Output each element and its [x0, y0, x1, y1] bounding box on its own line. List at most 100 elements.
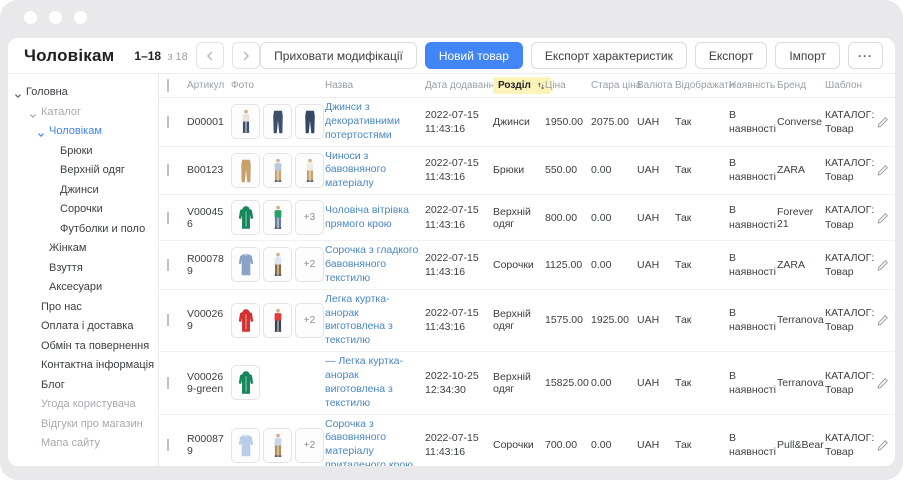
- export-characteristics-button[interactable]: Експорт характеристик: [531, 42, 687, 69]
- sidebar-item-про-нас[interactable]: Про нас: [8, 298, 158, 318]
- pencil-icon[interactable]: [877, 212, 889, 224]
- product-photo-thumbnail[interactable]: [295, 153, 324, 188]
- next-page-button[interactable]: [232, 42, 260, 69]
- date-value: 2022-07-15: [425, 306, 489, 320]
- product-photo-thumbnail[interactable]: [263, 303, 292, 338]
- sidebar-item-чоловікам[interactable]: Чоловікам: [8, 122, 158, 142]
- sidebar-item-каталог[interactable]: Каталог: [8, 103, 158, 123]
- sidebar-item-обмін-та-повернення[interactable]: Обмін та повернення: [8, 337, 158, 357]
- product-photo-thumbnail[interactable]: [263, 200, 292, 235]
- product-brand: Forever 21: [777, 206, 825, 230]
- sidebar-item-брюки[interactable]: Брюки: [8, 142, 158, 162]
- product-photo-thumbnail[interactable]: [263, 247, 292, 282]
- product-name-link[interactable]: Сорочка з бавовняного матеріалу притален…: [325, 418, 413, 466]
- column-header-currency: Валюта: [637, 80, 675, 91]
- sidebar-item-угода-користувача[interactable]: Угода користувача: [8, 395, 158, 415]
- product-price: 1125.00: [545, 259, 591, 271]
- sidebar-item-оплата-і-доставка[interactable]: Оплата і доставка: [8, 317, 158, 337]
- row-checkbox[interactable]: [167, 377, 169, 389]
- product-price: 550.00: [545, 164, 591, 176]
- sidebar-item-головна[interactable]: Головна: [8, 83, 158, 103]
- product-name-link[interactable]: Чиноси з бавовняного матеріалу: [325, 150, 386, 190]
- more-photos-badge[interactable]: +2: [295, 428, 324, 463]
- sidebar-item-label: Джинси: [60, 184, 99, 196]
- product-photo-thumbnail[interactable]: [295, 104, 324, 139]
- product-old-price: 0.00: [591, 439, 637, 451]
- edit-product-button[interactable]: [877, 314, 889, 326]
- product-photo-thumbnail[interactable]: [231, 428, 260, 463]
- column-header-date: Дата додавання: [425, 80, 493, 91]
- sidebar-item-футболки-и-поло[interactable]: Футболки и поло: [8, 220, 158, 240]
- new-product-button[interactable]: Новий товар: [425, 42, 523, 69]
- more-photos-badge[interactable]: +3: [295, 200, 324, 235]
- edit-product-button[interactable]: [877, 116, 889, 128]
- product-photo-thumbnail[interactable]: [231, 104, 260, 139]
- column-header-label: Дата додавання: [425, 80, 500, 91]
- column-header-category[interactable]: Розділ: [493, 77, 545, 94]
- pencil-icon[interactable]: [877, 377, 889, 389]
- row-checkbox-cell: [167, 314, 187, 326]
- row-actions: [877, 164, 895, 177]
- product-name-link[interactable]: Сорочка з гладкого бавовняного текстилю: [325, 244, 418, 284]
- product-photo-thumbnail[interactable]: [231, 303, 260, 338]
- column-header-name: Назва: [325, 80, 425, 91]
- pencil-icon[interactable]: [877, 164, 889, 176]
- sidebar-item-джинси[interactable]: Джинси: [8, 181, 158, 201]
- product-name-link[interactable]: Легка куртка-анорак виготовлена з тексти…: [325, 293, 393, 347]
- sidebar-item-сорочки[interactable]: Сорочки: [8, 200, 158, 220]
- sidebar-item-аксесуари[interactable]: Аксесуари: [8, 278, 158, 298]
- row-checkbox[interactable]: [167, 116, 169, 128]
- edit-product-button[interactable]: [877, 259, 889, 271]
- row-checkbox[interactable]: [167, 439, 169, 451]
- product-photo-thumbnail[interactable]: [231, 200, 260, 235]
- edit-product-button[interactable]: [877, 164, 889, 176]
- product-photo-thumbnail[interactable]: [231, 247, 260, 282]
- sidebar-item-взуття[interactable]: Взуття: [8, 259, 158, 279]
- sidebar-item-мапа-сайту[interactable]: Мапа сайту: [8, 434, 158, 454]
- product-availability: В наявності: [729, 156, 777, 184]
- product-name-cell: Чоловіча вітрівка прямого крою: [325, 204, 425, 232]
- page-title: Чоловікам: [24, 46, 114, 66]
- product-photo-thumbnail[interactable]: [231, 153, 260, 188]
- select-all-checkbox[interactable]: [167, 79, 169, 92]
- more-photos-badge[interactable]: +2: [295, 247, 324, 282]
- sidebar-item-label: Верхній одяг: [60, 164, 125, 176]
- product-photo-thumbnail[interactable]: [263, 153, 292, 188]
- more-actions-button[interactable]: ···: [848, 42, 883, 69]
- more-photos-badge[interactable]: +2: [295, 303, 324, 338]
- hide-modifications-button[interactable]: Приховати модифікації: [260, 42, 417, 69]
- edit-product-button[interactable]: [877, 377, 889, 389]
- import-button[interactable]: Імпорт: [775, 42, 840, 69]
- sidebar-item-контактна-інформація[interactable]: Контактна інформація: [8, 356, 158, 376]
- row-checkbox[interactable]: [167, 259, 169, 271]
- page-header: Чоловікам 1–18 з 18 Приховати модифікаці…: [8, 38, 895, 74]
- row-actions: [877, 258, 895, 271]
- product-availability: В наявності: [729, 108, 777, 136]
- product-photos: [231, 104, 325, 139]
- row-checkbox[interactable]: [167, 314, 169, 326]
- product-photo-thumbnail[interactable]: [263, 104, 292, 139]
- pencil-icon[interactable]: [877, 439, 889, 451]
- sidebar-item-відгуки-про-магазин[interactable]: Відгуки про магазин: [8, 415, 158, 435]
- product-name-link[interactable]: Чоловіча вітрівка прямого крою: [325, 204, 409, 230]
- edit-product-button[interactable]: [877, 439, 889, 451]
- sidebar-item-верхній-одяг[interactable]: Верхній одяг: [8, 161, 158, 181]
- row-checkbox[interactable]: [167, 164, 169, 176]
- product-name-link[interactable]: Джинси з декоративними потертостями: [325, 101, 400, 141]
- product-name-link[interactable]: — Легка куртка-анорак виготовлена з текс…: [325, 355, 403, 409]
- product-photo-thumbnail[interactable]: [263, 428, 292, 463]
- sidebar-item-жінкам[interactable]: Жінкам: [8, 239, 158, 259]
- prev-page-button[interactable]: [196, 42, 224, 69]
- edit-product-button[interactable]: [877, 212, 889, 224]
- pencil-icon[interactable]: [877, 314, 889, 326]
- export-button[interactable]: Експорт: [695, 42, 767, 69]
- product-visibility: Так: [675, 212, 729, 224]
- sidebar-item-блог[interactable]: Блог: [8, 376, 158, 396]
- column-header-label: Шаблон: [825, 80, 862, 91]
- pencil-icon[interactable]: [877, 259, 889, 271]
- pencil-icon[interactable]: [877, 116, 889, 128]
- sidebar-item-label: Відгуки про магазин: [41, 418, 143, 430]
- product-photo-thumbnail[interactable]: [231, 365, 260, 400]
- column-header-label: Ціна: [545, 80, 566, 91]
- row-checkbox[interactable]: [167, 212, 169, 224]
